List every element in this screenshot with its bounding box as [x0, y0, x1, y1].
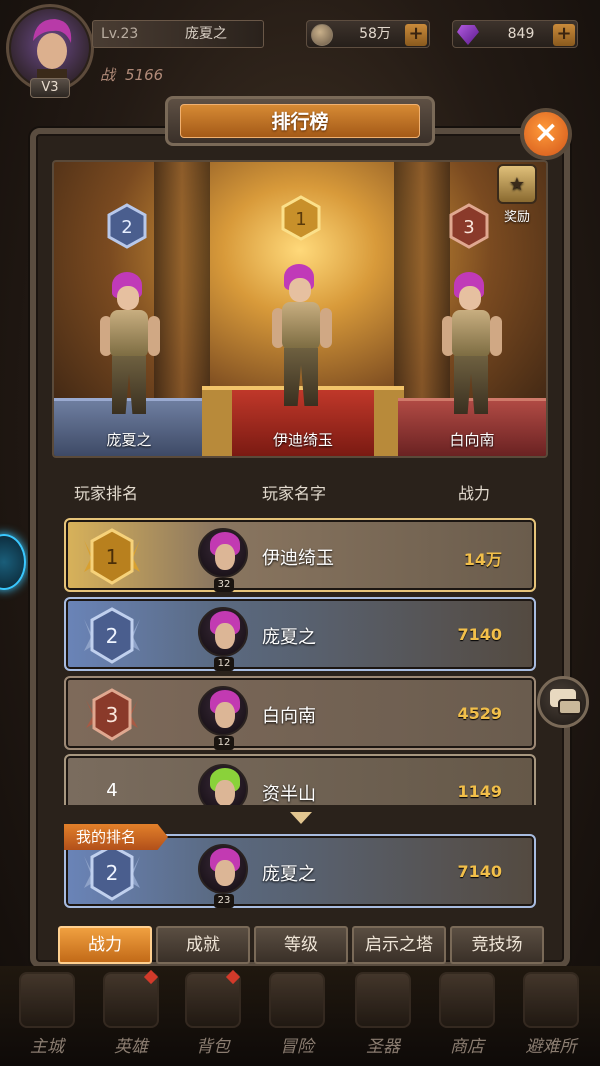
nav-bag[interactable]: 背包: [176, 969, 250, 1062]
nav-shop[interactable]: 商店: [430, 970, 504, 1062]
my-rank-number: 2: [106, 861, 119, 885]
gold-value: 58万: [359, 26, 391, 42]
gem-icon: [457, 25, 479, 45]
player-namebar: Lv.23 庞夏之: [92, 20, 264, 48]
avatar-level: 32: [214, 578, 234, 592]
vip-badge: V3: [30, 78, 70, 98]
tab-achievements[interactable]: 成就: [156, 926, 250, 964]
hero-figure-third[interactable]: [432, 272, 512, 422]
bottom-nav: 主城 英雄 背包 冒险 圣器 商店 避难所: [0, 966, 600, 1066]
reward-label: 奖励: [503, 210, 530, 225]
player-name: 庞夏之: [262, 627, 316, 648]
player-name: 资半山: [262, 784, 316, 805]
player-level: Lv.23: [101, 26, 139, 42]
avatar-level: 12: [214, 657, 234, 671]
category-tabs: 战力 成就 等级 启示之塔 竞技场: [58, 926, 548, 966]
power-label: 战: [100, 66, 116, 84]
close-button[interactable]: ×: [520, 108, 572, 160]
coin-icon: [311, 24, 333, 46]
rank-2-badge-icon: 2: [107, 203, 147, 249]
player-power: 战 5166: [100, 64, 163, 85]
nav-relics[interactable]: 圣器: [346, 970, 420, 1062]
nav-heroes[interactable]: 英雄: [94, 969, 168, 1062]
adventure-icon: [269, 972, 325, 1028]
add-gem-button[interactable]: +: [553, 24, 575, 46]
avatar[interactable]: [198, 528, 248, 578]
my-name: 庞夏之: [262, 864, 316, 885]
tab-arena[interactable]: 竞技场: [450, 926, 544, 964]
silver-rank-badge-icon: 2: [84, 844, 140, 901]
rank-1-badge-icon: 1: [281, 195, 321, 241]
nav-main-city[interactable]: 主城: [10, 970, 84, 1062]
player-power: 1149: [457, 782, 502, 801]
rank-2-badge-number: 2: [121, 217, 132, 238]
event-icon[interactable]: [0, 534, 26, 590]
player-power: 14万: [463, 550, 502, 569]
city-icon: [19, 972, 75, 1028]
podium-first-name: 伊迪绮玉: [272, 431, 333, 449]
row-rank: 4: [106, 780, 118, 801]
my-rank-tag: 我的排名: [64, 824, 168, 850]
header-rank: 玩家排名: [74, 484, 139, 503]
player-name: 伊迪绮玉: [262, 548, 334, 569]
row-rank: 3: [106, 703, 119, 727]
avatar[interactable]: [198, 607, 248, 657]
gem-value: 849: [507, 26, 535, 42]
silver-rank-badge-icon: 2: [84, 607, 140, 664]
chat-bubble-icon: [558, 699, 582, 715]
avatar[interactable]: [198, 686, 248, 736]
podium-second-name: 庞夏之: [106, 431, 152, 449]
player-power: 4529: [457, 704, 502, 723]
reward-button[interactable]: 奖励: [490, 164, 544, 226]
gem-counter: 849 +: [452, 20, 578, 48]
avatar-level: 12: [214, 736, 234, 750]
power-value: 5166: [125, 66, 164, 84]
table-row[interactable]: 1 32 伊迪绮玉 14万: [64, 518, 536, 592]
chat-button[interactable]: [537, 676, 589, 728]
table-row[interactable]: 3 12 白向南 4529: [64, 676, 536, 750]
row-rank: 1: [106, 545, 119, 569]
panel-title-plate: 排行榜: [165, 96, 435, 146]
podium-area: 庞夏之 伊迪绮玉 白向南 2 1 3: [52, 160, 548, 458]
rank-3-badge-number: 3: [463, 217, 474, 238]
gift-box-icon: [497, 164, 537, 204]
tab-power[interactable]: 战力: [58, 926, 152, 964]
podium-third-name: 白向南: [449, 431, 495, 449]
player-power: 7140: [457, 625, 502, 644]
panel-title: 排行榜: [180, 104, 420, 138]
rank-1-badge-number: 1: [295, 209, 306, 230]
shelter-icon: [523, 972, 579, 1028]
shop-icon: [439, 972, 495, 1028]
gold-counter: 58万 +: [306, 20, 430, 48]
hero-figure-first[interactable]: [262, 264, 342, 414]
tab-tower[interactable]: 启示之塔: [352, 926, 446, 964]
top-hud: V3 Lv.23 庞夏之 战 5166 58万 + 849 +: [0, 0, 600, 98]
bronze-rank-badge-icon: 3: [86, 688, 138, 741]
header-power: 战力: [458, 484, 491, 503]
avatar[interactable]: [198, 844, 248, 894]
gold-rank-badge-icon: 1: [84, 528, 140, 585]
nav-adventure[interactable]: 冒险: [260, 970, 334, 1062]
header-name: 玩家名字: [262, 484, 327, 503]
scroll-down-icon[interactable]: [290, 812, 312, 824]
tab-level[interactable]: 等级: [254, 926, 348, 964]
player-portrait-icon: [33, 19, 72, 79]
avatar-level: 23: [214, 894, 234, 908]
table-row[interactable]: 2 12 庞夏之 7140: [64, 597, 536, 671]
nav-shelter[interactable]: 避难所: [514, 970, 588, 1062]
my-power: 7140: [457, 862, 502, 881]
hero-figure-second[interactable]: [90, 272, 170, 422]
row-rank: 2: [106, 624, 119, 648]
player-name: 庞夏之: [185, 26, 227, 42]
player-name: 白向南: [262, 706, 316, 727]
relic-icon: [355, 972, 411, 1028]
add-gold-button[interactable]: +: [405, 24, 427, 46]
rank-3-badge-icon: 3: [449, 203, 489, 249]
